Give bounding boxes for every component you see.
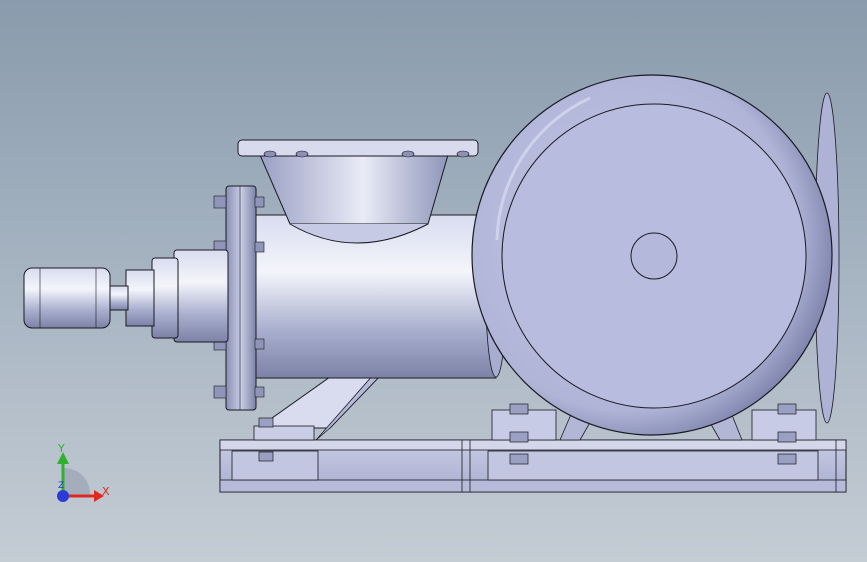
bearing-housing[interactable] (107, 249, 229, 343)
graphics-viewport[interactable]: X Y Z (0, 0, 867, 562)
triad-y-label: Y (58, 442, 65, 455)
view-orientation-triad[interactable]: X Y Z (40, 438, 120, 513)
main-motor[interactable] (471, 74, 840, 436)
triad-z-label: Z (58, 481, 65, 491)
base-frame[interactable] (219, 439, 847, 493)
triad-axes-icon (57, 452, 104, 502)
triad-x-label: X (102, 485, 110, 498)
drive-motor[interactable] (23, 267, 111, 329)
cad-model-view[interactable] (0, 0, 867, 562)
